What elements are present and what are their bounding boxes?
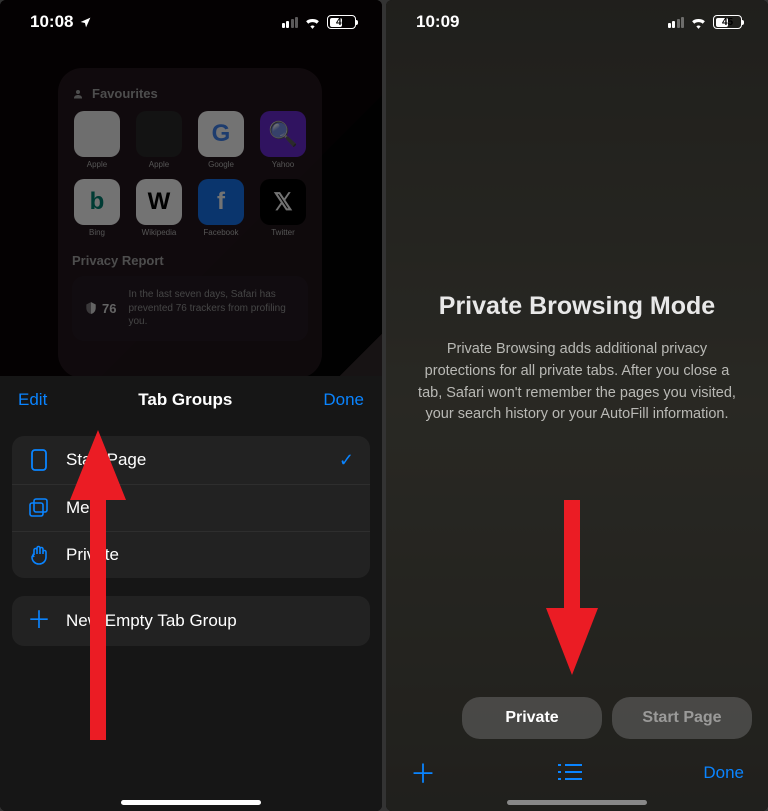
- tab-groups-sheet: Edit Tab Groups Done Start Page ✓ Me: [0, 376, 382, 811]
- tab-group-icon: [28, 498, 50, 518]
- hand-icon: [28, 545, 50, 565]
- list-icon[interactable]: [557, 757, 583, 788]
- new-tab-group-row[interactable]: ＋ New Empty Tab Group: [12, 596, 370, 646]
- start-page-icon: [28, 449, 50, 471]
- status-time: 10:08: [30, 12, 73, 32]
- tab-group-me[interactable]: Me: [12, 485, 370, 532]
- cellular-icon: [668, 17, 685, 28]
- start-page-pill[interactable]: Start Page: [612, 697, 752, 739]
- status-bar: 10:08 46: [0, 0, 382, 44]
- status-bar: 10:09 45: [386, 0, 768, 44]
- battery-icon: 45: [713, 15, 742, 29]
- sheet-header: Edit Tab Groups Done: [0, 376, 382, 424]
- done-button[interactable]: Done: [323, 390, 364, 410]
- screenshot-left: 10:08 46 Favourites AppleAppleGGoogle🔍Ya…: [0, 0, 382, 811]
- home-indicator[interactable]: [121, 800, 261, 805]
- status-time: 10:09: [416, 12, 459, 32]
- annotation-arrow: [544, 500, 600, 675]
- private-mode-content: Private Browsing Mode Private Browsing a…: [386, 292, 768, 426]
- battery-icon: 46: [327, 15, 356, 29]
- location-icon: [79, 12, 92, 32]
- bottom-toolbar: ＋ Done: [386, 754, 768, 791]
- tab-group-start-page[interactable]: Start Page ✓: [12, 436, 370, 485]
- plus-icon: ＋: [28, 609, 50, 633]
- private-mode-description: Private Browsing adds additional privacy…: [414, 339, 740, 426]
- home-indicator[interactable]: [507, 800, 647, 805]
- annotation-arrow: [68, 430, 128, 740]
- tab-group-private[interactable]: Private: [12, 532, 370, 578]
- edit-button[interactable]: Edit: [18, 390, 47, 410]
- wifi-icon: [690, 12, 707, 32]
- new-tab-button[interactable]: ＋: [410, 754, 436, 791]
- tab-group-pills[interactable]: Private Start Page: [386, 697, 768, 739]
- cellular-icon: [282, 17, 299, 28]
- private-pill[interactable]: Private: [462, 697, 602, 739]
- private-mode-title: Private Browsing Mode: [414, 292, 740, 321]
- checkmark-icon: ✓: [339, 450, 354, 471]
- wifi-icon: [304, 12, 321, 32]
- sheet-title: Tab Groups: [138, 390, 232, 410]
- tab-group-list: Start Page ✓ Me Private: [12, 436, 370, 578]
- done-button[interactable]: Done: [703, 763, 744, 783]
- screenshot-right: 10:09 45 Private Browsing Mode Private B…: [386, 0, 768, 811]
